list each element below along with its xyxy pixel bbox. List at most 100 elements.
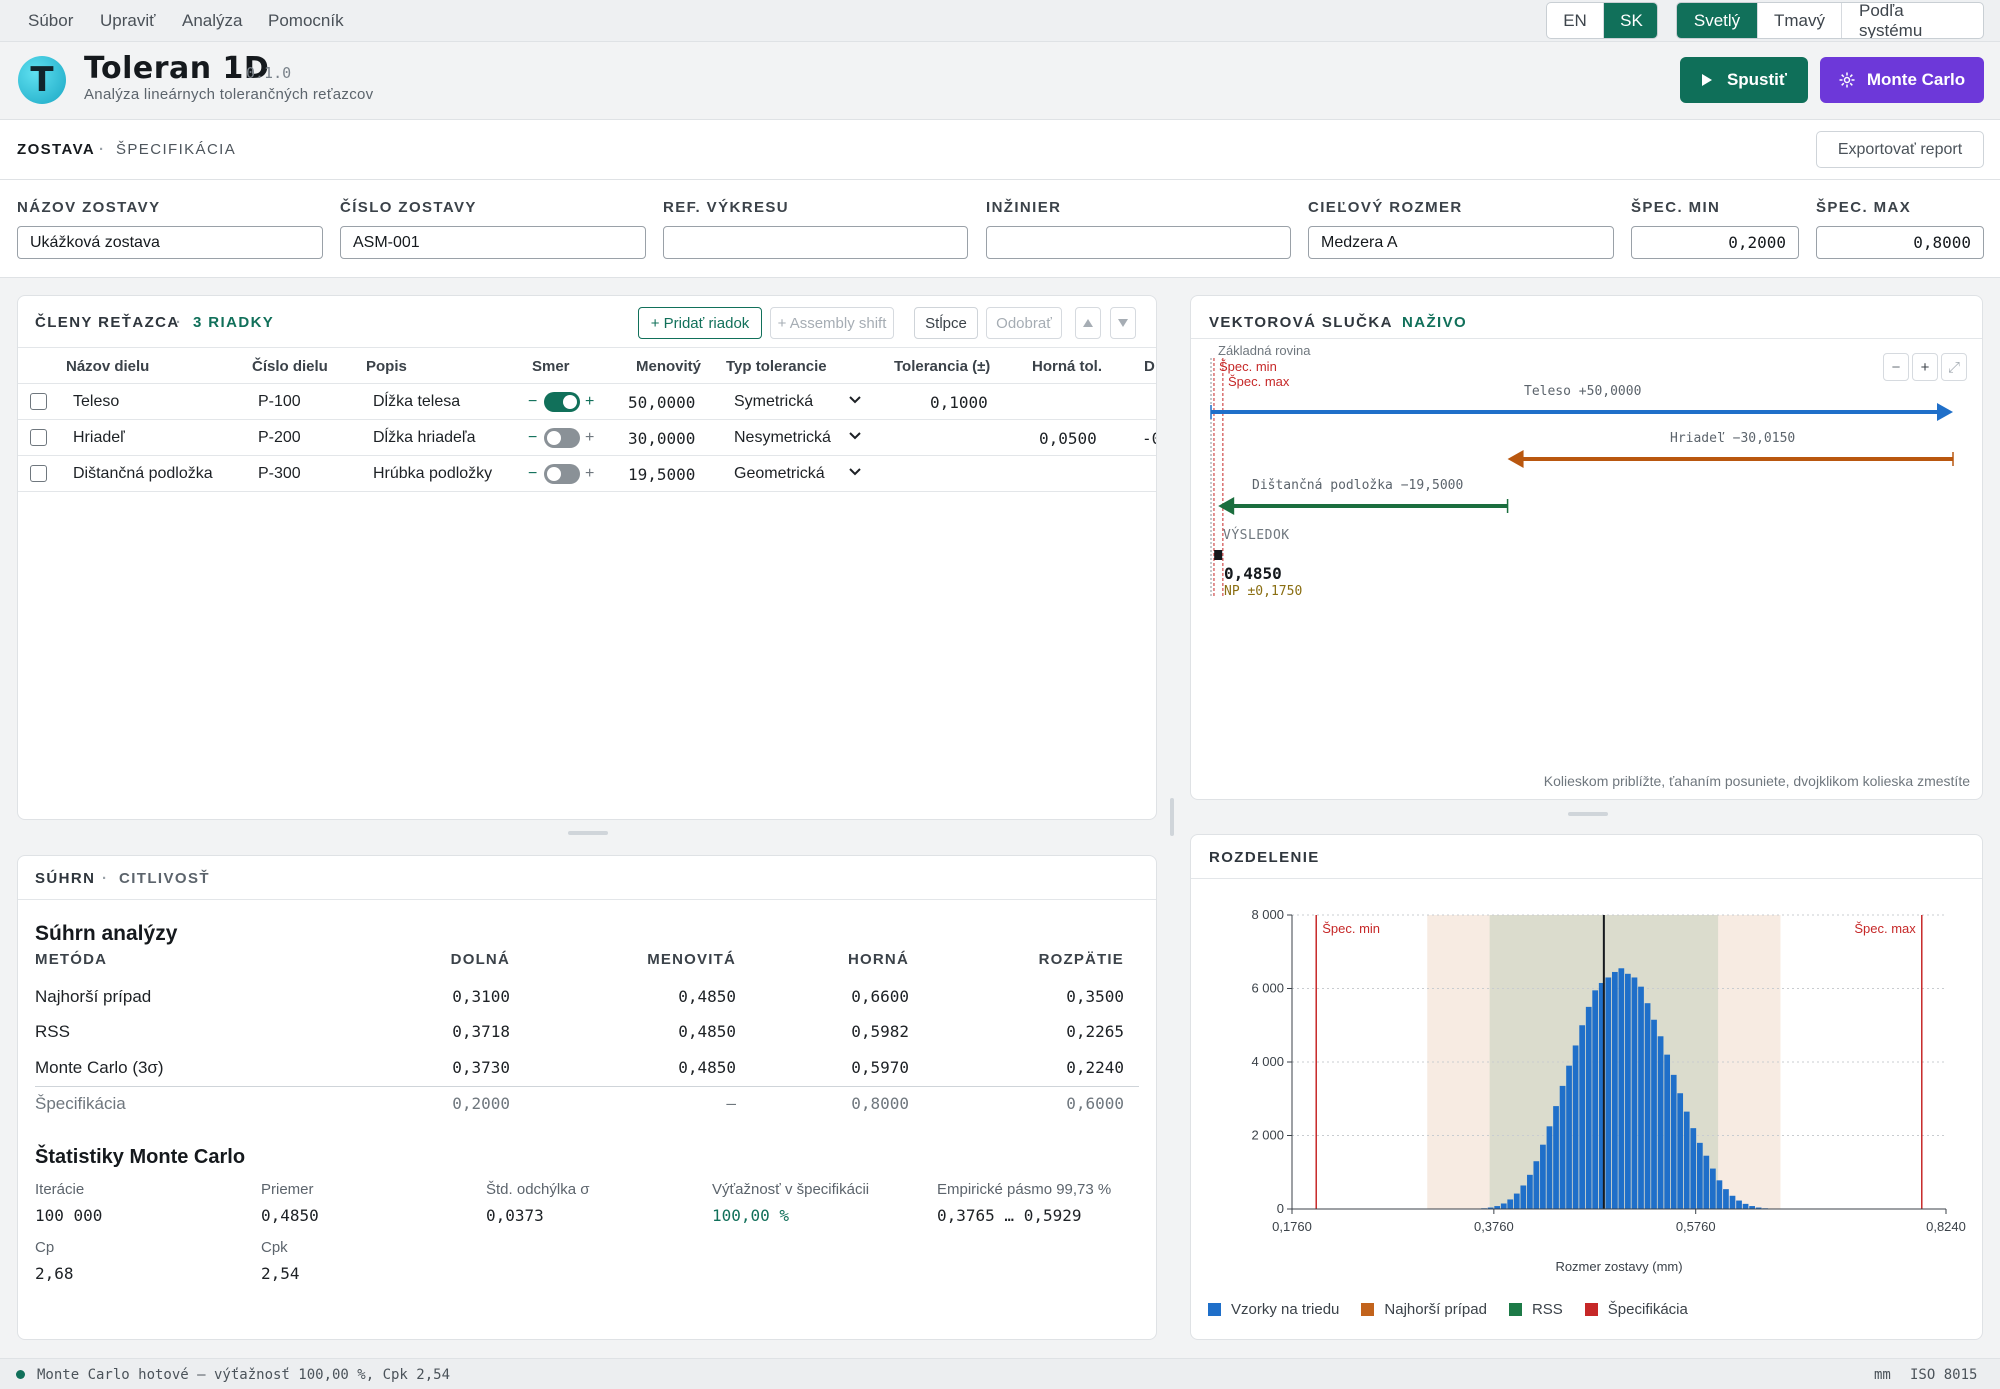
- col-tolerance-type[interactable]: Typ tolerancie: [726, 358, 827, 375]
- row-checkbox[interactable]: [30, 429, 47, 446]
- nominal-cell[interactable]: 30,0000: [628, 429, 695, 448]
- resize-handle-horizontal[interactable]: [1568, 812, 1608, 816]
- col-upper-tol[interactable]: Horná tol.: [1032, 358, 1102, 375]
- stat-cpk: 2,54: [261, 1264, 300, 1283]
- move-up-button[interactable]: [1075, 307, 1101, 339]
- part-name-cell[interactable]: Hriadeľ: [73, 429, 125, 447]
- nominal-cell[interactable]: 50,0000: [628, 393, 695, 412]
- drawing-ref-label: REF. VÝKRESU: [663, 199, 789, 216]
- members-panel: ČLENY REŤAZCA · 3 RIADKY + Pridať riadok…: [17, 295, 1157, 820]
- export-report-button[interactable]: Exportovať report: [1816, 131, 1984, 168]
- add-row-button[interactable]: + Pridať riadok: [638, 307, 762, 339]
- table-row[interactable]: Dištančná podložka P-300 Hrúbka podložky…: [18, 456, 1156, 492]
- distribution-chart[interactable]: 0 2 000 4 000 6 000 8 000 Špec. min Špec. max 0…: [1191, 835, 1983, 1340]
- assembly-name-label: NÁZOV ZOSTAVY: [17, 199, 161, 216]
- lang-sk[interactable]: SK: [1603, 3, 1657, 38]
- resize-handle-horizontal[interactable]: [568, 831, 608, 835]
- lower-tol-cell[interactable]: -0: [1142, 429, 1156, 448]
- target-dimension-input[interactable]: Medzera A: [1308, 226, 1614, 259]
- vector-loop-canvas[interactable]: [1191, 296, 1983, 800]
- col-part-number[interactable]: Číslo dielu: [252, 358, 328, 375]
- chevron-down-icon[interactable]: [847, 392, 863, 408]
- engineer-input[interactable]: [986, 226, 1291, 259]
- assembly-number-label: ČÍSLO ZOSTAVY: [340, 199, 477, 216]
- theme-light[interactable]: Svetlý: [1677, 3, 1757, 38]
- part-number-cell[interactable]: P-100: [258, 393, 301, 411]
- nominal-cell: —: [726, 1094, 736, 1113]
- chevron-down-icon[interactable]: [847, 428, 863, 444]
- spec-min-marker-label: Špec. min: [1219, 359, 1277, 374]
- direction-minus: −: [528, 465, 538, 482]
- tab-assembly[interactable]: ZOSTAVA: [17, 141, 95, 158]
- zoom-out-button[interactable]: −: [1883, 353, 1909, 381]
- tab-summary[interactable]: SÚHRN: [35, 870, 95, 887]
- tolerance-cell[interactable]: 0,1000: [930, 393, 988, 412]
- range-cell: 0,3500: [1066, 987, 1124, 1006]
- menu-help[interactable]: Pomocník: [268, 11, 344, 31]
- description-cell[interactable]: Dĺžka hriadeľa: [373, 429, 476, 447]
- spec-min-input[interactable]: 0,2000: [1631, 226, 1799, 259]
- col-lower-tol[interactable]: D: [1144, 358, 1155, 375]
- spec-max-input[interactable]: 0,8000: [1816, 226, 1984, 259]
- resize-handle-vertical[interactable]: [1170, 798, 1174, 836]
- fit-view-button[interactable]: ⤢: [1941, 353, 1967, 381]
- move-down-button[interactable]: [1110, 307, 1136, 339]
- stat-iterations: 100 000: [35, 1206, 103, 1225]
- histogram-bar: [1507, 1199, 1514, 1209]
- menu-file[interactable]: Súbor: [28, 11, 73, 31]
- description-cell[interactable]: Dĺžka telesa: [373, 393, 460, 411]
- table-row[interactable]: Teleso P-100 Dĺžka telesa − + 50,0000 Sy…: [18, 384, 1156, 420]
- x-axis-label: Rozmer zostavy (mm): [1555, 1259, 1682, 1274]
- col-tolerance[interactable]: Tolerancia (±): [894, 358, 990, 375]
- col-nominal[interactable]: Menovitý: [636, 358, 701, 375]
- lang-en[interactable]: EN: [1547, 3, 1603, 38]
- zoom-in-button[interactable]: +: [1912, 353, 1938, 381]
- members-title: ČLENY REŤAZCA: [35, 314, 180, 331]
- run-button[interactable]: Spustiť: [1680, 57, 1808, 103]
- tolerance-type-select[interactable]: Symetrická: [734, 393, 813, 411]
- part-name-cell[interactable]: Teleso: [73, 393, 119, 411]
- direction-plus: +: [585, 429, 595, 446]
- theme-system[interactable]: Podľa systému: [1841, 3, 1983, 38]
- tab-strip: ZOSTAVA · ŠPECIFIKÁCIA Exportovať report: [0, 120, 2000, 180]
- direction-toggle[interactable]: [544, 392, 580, 412]
- description-cell[interactable]: Hrúbka podložky: [373, 465, 492, 483]
- nominal-cell[interactable]: 19,5000: [628, 465, 695, 484]
- assembly-name-input[interactable]: Ukážková zostava: [17, 226, 323, 259]
- legend-item: Špecifikácia: [1584, 1301, 1688, 1318]
- members-table-header: Názov dielu Číslo dielu Popis Smer Menov…: [18, 348, 1156, 384]
- menu-analysis[interactable]: Analýza: [182, 11, 242, 31]
- assembly-number-input[interactable]: ASM-001: [340, 226, 646, 259]
- histogram-bar: [1625, 973, 1631, 1209]
- remove-button[interactable]: Odobrať: [986, 307, 1062, 339]
- col-description[interactable]: Popis: [366, 358, 407, 375]
- part-name-cell[interactable]: Dištančná podložka: [73, 465, 213, 483]
- tolerance-type-select[interactable]: Nesymetrická: [734, 429, 831, 447]
- menu-edit[interactable]: Upraviť: [100, 11, 156, 31]
- direction-toggle[interactable]: [544, 464, 580, 484]
- part-number-cell[interactable]: P-300: [258, 465, 301, 483]
- chevron-down-icon[interactable]: [847, 464, 863, 480]
- row-checkbox[interactable]: [30, 393, 47, 410]
- drawing-ref-input[interactable]: [663, 226, 968, 259]
- col-direction[interactable]: Smer: [532, 358, 570, 375]
- spec-line-label: Špec. min: [1322, 921, 1380, 936]
- assembly-shift-button[interactable]: + Assembly shift: [770, 307, 894, 339]
- upper-tol-cell[interactable]: 0,0500: [1039, 429, 1097, 448]
- upper-cell: 0,5982: [851, 1022, 909, 1041]
- stat-empirical-band: 0,3765 … 0,5929: [937, 1206, 1082, 1225]
- part-number-cell[interactable]: P-200: [258, 429, 301, 447]
- tab-specification[interactable]: ŠPECIFIKÁCIA: [116, 141, 236, 158]
- monte-carlo-button[interactable]: Monte Carlo: [1820, 57, 1984, 103]
- direction-toggle[interactable]: [544, 428, 580, 448]
- col-part-name[interactable]: Názov dielu: [66, 358, 149, 375]
- tolerance-type-select[interactable]: Geometrická: [734, 465, 825, 483]
- columns-button[interactable]: Stĺpce: [914, 307, 978, 339]
- tab-sensitivity[interactable]: CITLIVOSŤ: [119, 870, 210, 887]
- vector-separator: ·: [1385, 314, 1392, 331]
- row-checkbox[interactable]: [30, 465, 47, 482]
- spec-max-marker-label: Špec. max: [1228, 374, 1290, 389]
- theme-dark[interactable]: Tmavý: [1757, 3, 1841, 38]
- spec-line-label: Špec. max: [1854, 921, 1916, 936]
- table-row[interactable]: Hriadeľ P-200 Dĺžka hriadeľa − + 30,0000…: [18, 420, 1156, 456]
